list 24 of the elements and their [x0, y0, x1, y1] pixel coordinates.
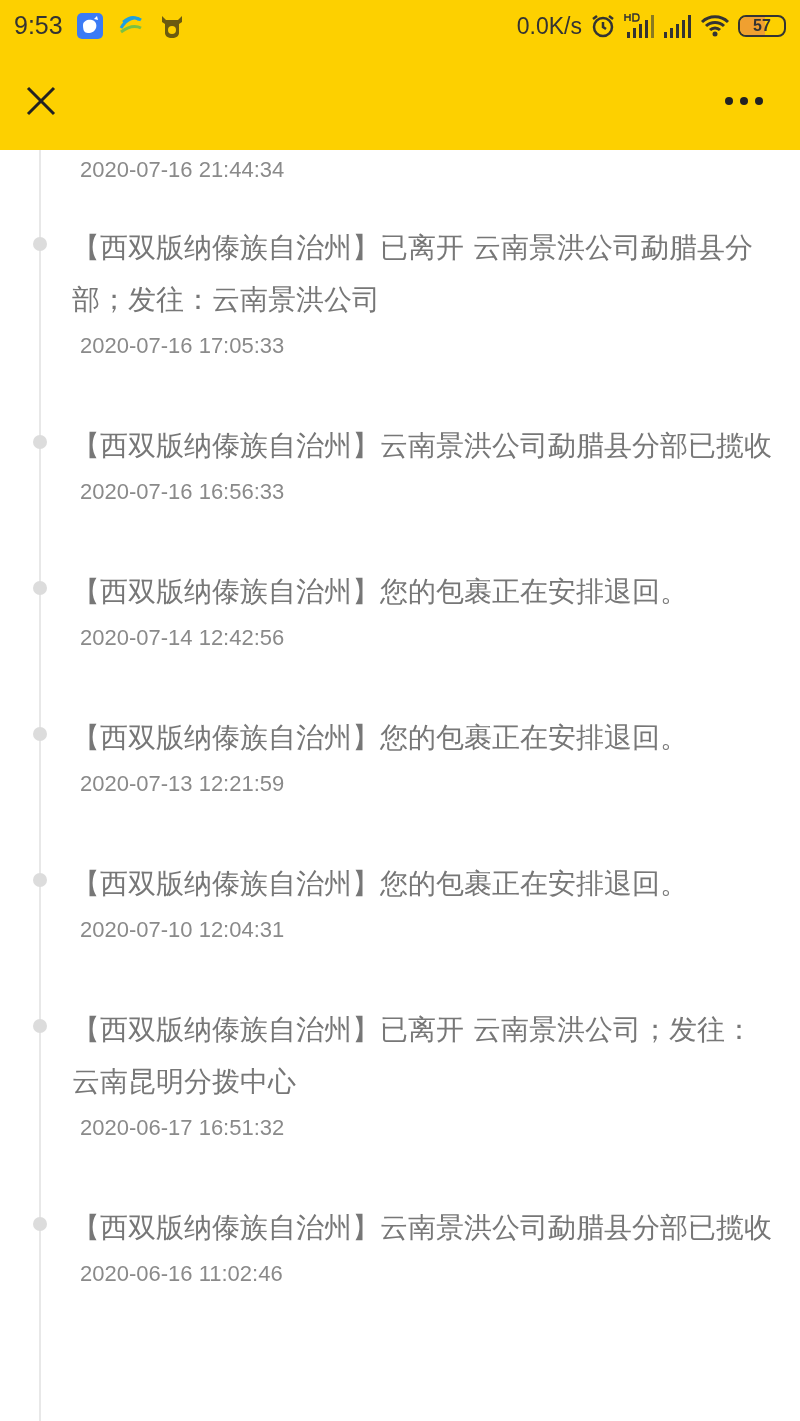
event-time: 2020-07-16 21:44:34	[80, 156, 286, 184]
more-icon[interactable]	[724, 96, 764, 106]
event-description: 【西双版纳傣族自治州】已离开 云南景洪公司勐腊县分部；发往：云南景洪公司	[72, 230, 754, 318]
event-description: 【西双版纳傣族自治州】您的包裹正在安排退回。	[72, 574, 689, 610]
event-description: 【西双版纳傣族自治州】您的包裹正在安排退回。	[72, 866, 689, 902]
event-time: 2020-07-10 12:04:31	[80, 916, 286, 944]
signal-icon	[662, 13, 692, 39]
event-time: 2020-07-16 17:05:33	[80, 332, 286, 360]
event-description: 【西双版纳傣族自治州】云南景洪公司勐腊县分部已揽收	[72, 1210, 773, 1246]
network-speed: 0.0K/s	[516, 11, 582, 41]
event-time: 2020-06-16 11:02:46	[80, 1260, 284, 1288]
battery-indicator: 57	[738, 15, 786, 37]
event-time: 2020-07-13 12:21:59	[80, 770, 286, 798]
event-description: 【西双版纳傣族自治州】您的包裹正在安排退回。	[72, 720, 689, 756]
wifi-icon	[700, 14, 730, 38]
event-time: 2020-07-16 16:56:33	[80, 478, 286, 506]
status-time: 9:53	[14, 10, 63, 42]
alarm-icon	[590, 13, 616, 39]
event-description: 【西双版纳傣族自治州】云南景洪公司勐腊县分部已揽收	[72, 428, 773, 464]
event-time: 2020-07-14 12:42:56	[80, 624, 286, 652]
hd-signal-icon	[624, 12, 654, 40]
event-time: 2020-06-17 16:51:32	[80, 1114, 286, 1142]
close-icon[interactable]	[24, 84, 58, 118]
event-description: 【西双版纳傣族自治州】已离开 云南景洪公司；发往：云南昆明分拨中心	[72, 1012, 754, 1100]
